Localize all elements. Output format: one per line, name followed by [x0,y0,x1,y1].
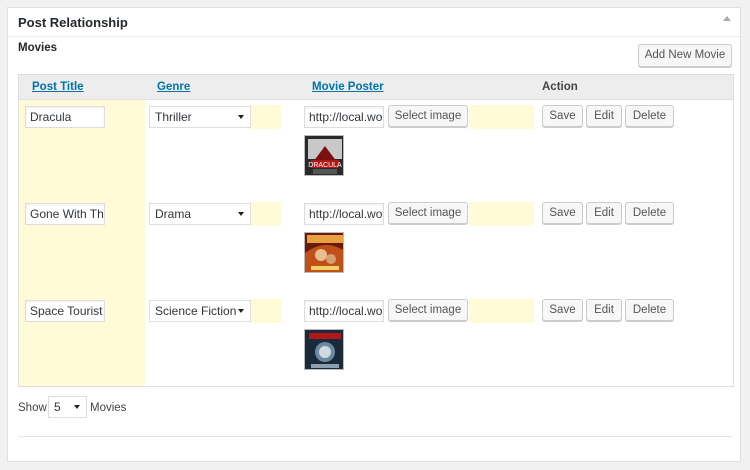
save-button[interactable]: Save [542,299,583,321]
column-header-genre[interactable]: Genre [157,81,190,93]
chevron-down-icon [74,405,80,409]
collapse-arrow-icon[interactable] [723,16,731,21]
genre-select-value: Thriller [155,110,192,124]
genre-select[interactable]: Drama [149,203,251,225]
poster-url-input[interactable]: http://local.wordpress [304,106,384,128]
poster-url-input[interactable]: http://local.wordpress [304,300,384,322]
genre-select[interactable]: Science Fiction [149,300,251,322]
post-title-input[interactable]: Space Tourist [25,300,105,322]
panel-header[interactable]: Post Relationship [8,8,740,37]
delete-button[interactable]: Delete [625,299,674,321]
edit-button[interactable]: Edit [586,299,622,321]
delete-button[interactable]: Delete [625,202,674,224]
poster-cell-highlight [469,299,534,323]
chevron-down-icon [238,115,244,119]
genre-select-value: Drama [155,207,192,221]
delete-button[interactable]: Delete [625,105,674,127]
genre-cell-highlight [249,299,281,323]
panel-title: Post Relationship [18,15,128,30]
post-relationship-panel: Post Relationship Movies Add New Movie P… [7,7,741,462]
select-image-button[interactable]: Select image [388,202,468,224]
table-header: Post Title Genre Movie Poster Action [19,75,733,100]
per-page-select[interactable]: 5 [48,396,87,418]
movies-table: Post Title Genre Movie Poster Action Dra… [18,74,734,387]
post-title-input[interactable]: Dracula [25,106,105,128]
poster-url-input[interactable]: http://local.wordpress [304,203,384,225]
post-title-input[interactable]: Gone With The Wind [25,203,105,225]
per-page-value: 5 [54,400,61,414]
table-row: Gone With The Wind Drama http://local.wo… [19,197,733,293]
table-row: Space Tourist Science Fiction http://loc… [19,294,733,386]
edit-button[interactable]: Edit [586,105,622,127]
table-row: Dracula Thriller http://local.wordpress … [19,100,733,196]
per-page-suffix: Movies [90,402,127,414]
genre-select-value: Science Fiction [155,304,237,318]
show-label: Show [18,402,47,414]
column-header-action: Action [542,81,578,93]
genre-select[interactable]: Thriller [149,106,251,128]
add-new-movie-button[interactable]: Add New Movie [638,44,732,67]
genre-cell-highlight [249,202,281,226]
select-image-button[interactable]: Select image [388,299,468,321]
column-header-post-title[interactable]: Post Title [32,81,84,93]
save-button[interactable]: Save [542,105,583,127]
divider [18,436,732,437]
save-button[interactable]: Save [542,202,583,224]
column-header-movie-poster[interactable]: Movie Poster [312,81,384,93]
chevron-down-icon [238,309,244,313]
dracula-poster-icon[interactable]: DRACULA [304,135,344,176]
gone-with-the-wind-poster-icon[interactable] [304,232,344,273]
chevron-down-icon [238,212,244,216]
edit-button[interactable]: Edit [586,202,622,224]
poster-cell-highlight [469,105,534,129]
space-tourist-poster-icon[interactable] [304,329,344,370]
section-label: Movies [18,42,57,54]
select-image-button[interactable]: Select image [388,105,468,127]
genre-cell-highlight [249,105,281,129]
poster-cell-highlight [469,202,534,226]
svg-text:DRACULA: DRACULA [308,162,342,169]
